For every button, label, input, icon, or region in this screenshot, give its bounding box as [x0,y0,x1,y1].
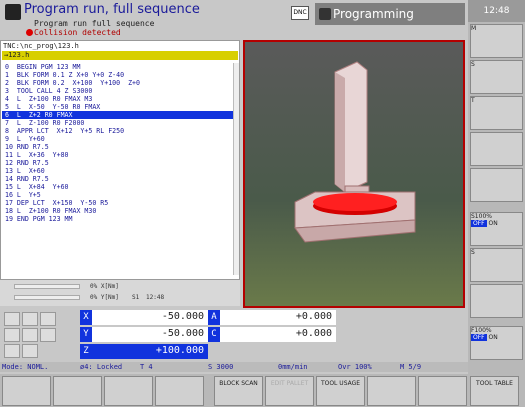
status-feed: 0mm/min [278,363,308,371]
program-line[interactable]: 11 L X+36 Y+80 [2,151,234,159]
status-mode: Mode: NOML. [2,363,49,371]
y-load-bar [14,295,80,300]
program-line[interactable]: 17 DEP LCT X+150 Y-50 R5 [2,199,234,207]
program-line[interactable]: 12 RND R7.5 [2,159,234,167]
mode-subtitle: Program run full sequence [34,19,155,28]
softkey-1[interactable] [2,376,51,406]
programming-tab[interactable]: Programming [315,3,465,25]
tool-button[interactable]: T [470,96,523,130]
edit-pallet-softkey[interactable]: EDIT PALLET [265,376,314,406]
error-icon [26,29,33,36]
program-line[interactable]: 15 L X+84 Y+60 [2,183,234,191]
option-icon[interactable] [22,328,38,342]
program-line[interactable]: 6 L Z+2 R0 FMAX [2,111,234,119]
program-line[interactable]: 14 RND R7.5 [2,175,234,183]
tool-table-softkey[interactable]: TOOL TABLE [470,376,519,406]
option-icon[interactable] [40,328,56,342]
program-line[interactable]: 8 APPR LCT X+12 Y+5 RL F250 [2,127,234,135]
tool-usage-softkey[interactable]: TOOL USAGE [316,376,365,406]
program-line[interactable]: 9 L Y+60 [2,135,234,143]
option-icon[interactable] [4,344,20,358]
y-load-label: 0% Y[Nm] [90,294,119,301]
program-line[interactable]: 13 L X+60 [2,167,234,175]
softkey-9[interactable] [418,376,467,406]
arrow-icon [319,8,331,20]
block-scan-softkey[interactable]: BLOCK SCAN [214,376,263,406]
x-load-bar [14,284,80,289]
status-line: Mode: NOML. ø4: Locked T 4 S 3000 0mm/mi… [0,362,468,372]
status-spindle: S 3000 [208,363,234,371]
y-axis-position: Y -50.000 [80,327,208,342]
program-line[interactable]: 18 L Z+100 R0 FMAX M30 [2,207,234,215]
program-line[interactable]: 16 L Y+5 [2,191,234,199]
c-axis-position: C +0.000 [208,327,336,342]
spindle-button[interactable]: S [470,60,523,94]
refresh-icon[interactable] [22,312,38,326]
file-name: →123.h [2,51,238,60]
status-time: 12:48 [146,294,165,301]
simulation-graphic[interactable] [243,40,465,308]
status-override: Ovr 100% [338,363,372,371]
program-line[interactable]: 7 L Z-100 R0 F2000 [2,119,234,127]
z-axis-position: Z +100.000 [80,344,208,359]
mode-icon [5,4,21,20]
program-line[interactable]: 19 END PGM 123 MM [2,215,234,223]
status-tool: T 4 [140,363,153,371]
s1-label: S1 [132,294,140,301]
clock: 12:48 [468,0,525,22]
x-load-label: 0% X[Nm] [90,283,119,290]
status-m: M 5/9 [400,363,422,371]
vertical-scrollbar[interactable] [233,63,239,275]
mode-title: Program run, full sequence [24,2,200,17]
option-icon[interactable] [22,344,38,358]
x-axis-position: X -50.000 [80,310,208,325]
load-status: 0% X[Nm] 0% Y[Nm] S1 12:48 [0,280,240,306]
spindle-minus-button[interactable]: S [470,248,523,282]
machining-simulation [294,61,416,243]
programming-tab-label: Programming [333,7,414,21]
spindle-plus-button[interactable] [470,168,523,202]
softkey-8[interactable] [367,376,416,406]
view-icon[interactable] [4,312,20,326]
softkey-4[interactable] [155,376,204,406]
blank-button[interactable] [470,132,523,166]
position-display: X -50.000 Y -50.000 Z +100.000 A +0.000 … [0,308,468,362]
status-locked: ø4: Locked [80,363,123,371]
spindle-override[interactable]: S100% OFF ON [470,212,523,246]
a-axis-position: A +0.000 [208,310,336,325]
blank-button[interactable] [470,284,523,318]
header: Program run, full sequence Program run f… [0,0,468,40]
program-line[interactable]: 10 RND R7.5 [2,143,234,151]
program-path: TNC:\nc_prog\123.h [3,42,79,50]
softkey-3[interactable] [104,376,153,406]
program-line[interactable]: 2 BLK FORM 0.2 X+100 Y+100 Z+0 [2,79,234,87]
program-line[interactable]: 5 L X-50 Y-50 R0 FMAX [2,103,234,111]
program-line[interactable]: 1 BLK FORM 0.1 Z X+0 Y+0 Z-40 [2,71,234,79]
option-icon[interactable] [4,328,20,342]
program-panel[interactable]: TNC:\nc_prog\123.h →123.h 0 BEGIN PGM 12… [0,40,240,280]
right-sidebar: 12:48 M S T S100% OFF ON S F100% OFF ON [468,0,525,374]
error-message[interactable]: Collision detected [34,28,121,37]
program-line[interactable]: 3 TOOL CALL 4 Z S3000 [2,87,234,95]
feed-override[interactable]: F100% OFF ON [470,326,523,360]
program-line[interactable]: 0 BEGIN PGM 123 MM [2,63,234,71]
settings-icon[interactable] [40,312,56,326]
dnc-icon: DNC [291,6,309,20]
program-line[interactable]: 4 L Z+100 R0 FMAX M3 [2,95,234,103]
softkey-bar: BLOCK SCAN EDIT PALLET TOOL USAGE TOOL T… [0,374,525,407]
m-function-button[interactable]: M [470,24,523,58]
softkey-2[interactable] [53,376,102,406]
